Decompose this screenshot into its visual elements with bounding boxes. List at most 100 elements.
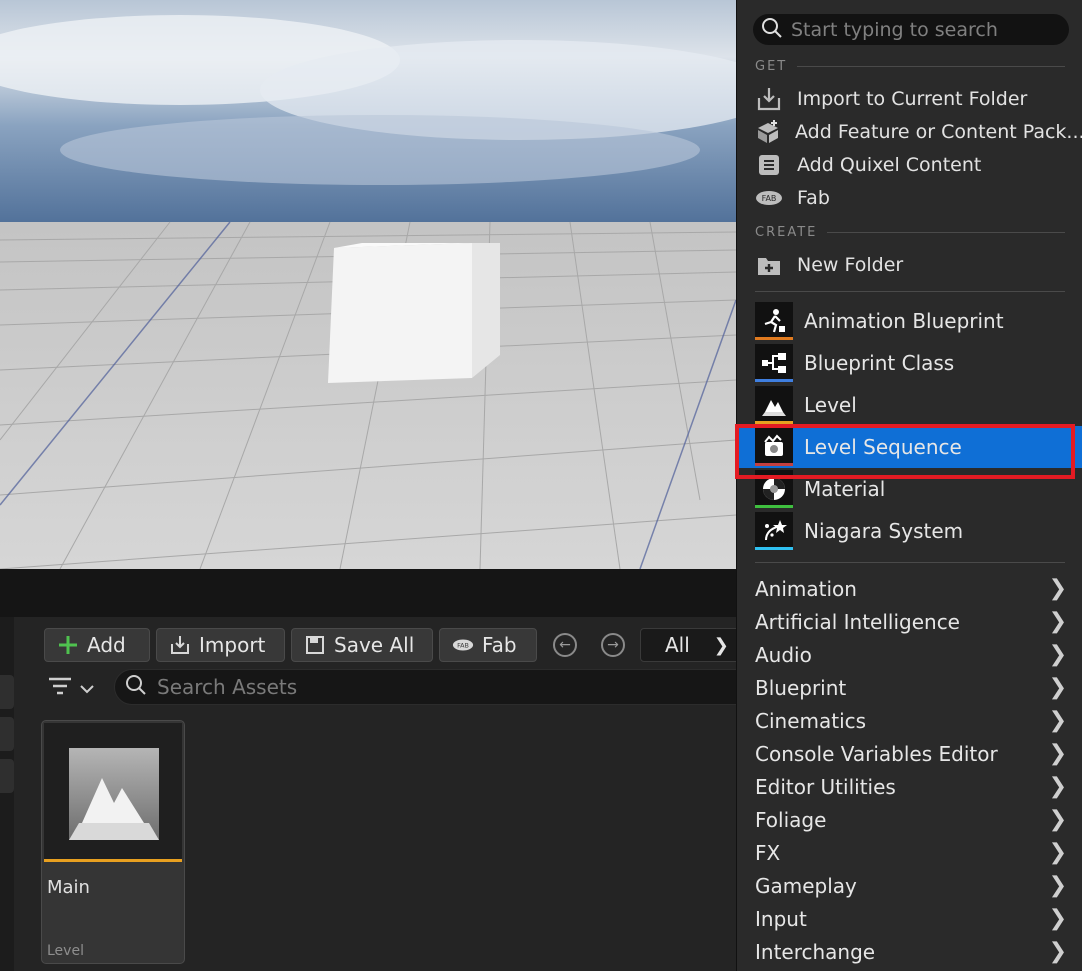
chevron-right-icon: ❯ [1048, 939, 1067, 964]
import-icon [755, 85, 783, 113]
material-icon [755, 470, 793, 508]
category-label: Input [755, 906, 807, 931]
sources-tab[interactable] [0, 675, 14, 709]
chevron-right-icon: ❯ [1048, 807, 1067, 832]
category-label: FX [755, 840, 781, 865]
menu-category-foliage[interactable]: Foliage ❯ [755, 803, 1071, 836]
sources-tab[interactable] [0, 717, 14, 751]
save-all-button[interactable]: Save All [291, 628, 433, 662]
chevron-right-icon: ❯ [1048, 576, 1067, 601]
menu-category-blueprint[interactable]: Blueprint ❯ [755, 671, 1071, 704]
chevron-right-icon: ❯ [1048, 708, 1067, 733]
asset-search-box[interactable] [114, 669, 754, 705]
path-breadcrumb[interactable]: All ❯ [640, 628, 750, 662]
menu-category-cinematics[interactable]: Cinematics ❯ [755, 704, 1071, 737]
menu-item-fab[interactable]: FAB Fab [755, 181, 1075, 214]
chevron-right-icon[interactable]: ❯ [714, 635, 729, 656]
menu-category-editor-utilities[interactable]: Editor Utilities ❯ [755, 770, 1071, 803]
fab-label: Fab [482, 633, 517, 657]
menu-item-label: Level Sequence [804, 435, 962, 459]
quixel-icon [755, 151, 783, 179]
fab-icon: FAB [755, 184, 783, 212]
animation-blueprint-icon [755, 302, 793, 340]
section-header-create-label: CREATE [755, 224, 818, 240]
level-sequence-icon [755, 428, 793, 466]
category-label: Blueprint [755, 675, 847, 700]
menu-item-label: Niagara System [804, 519, 964, 543]
asset-type-color-bar [755, 379, 793, 382]
back-arrow-icon[interactable]: ← [553, 633, 577, 657]
menu-item-label: Fab [797, 186, 830, 209]
import-label: Import [199, 633, 266, 657]
level-thumbnail-icon [69, 748, 159, 840]
menu-item-level-sequence[interactable]: Level Sequence [737, 426, 1082, 468]
sources-panel-strip [0, 617, 14, 971]
menu-item-blueprint-class[interactable]: Blueprint Class [755, 342, 1075, 384]
sources-tab[interactable] [0, 759, 14, 793]
category-label: Editor Utilities [755, 774, 896, 799]
category-label: Console Variables Editor [755, 741, 998, 766]
chevron-right-icon: ❯ [1048, 609, 1067, 634]
menu-separator [755, 291, 1065, 292]
menu-category-fx[interactable]: FX ❯ [755, 836, 1071, 869]
asset-type-color-bar [44, 859, 182, 862]
chevron-right-icon: ❯ [1048, 840, 1067, 865]
section-divider [797, 65, 1065, 67]
asset-search-input[interactable] [157, 675, 717, 699]
forward-arrow-icon[interactable]: → [601, 633, 625, 657]
menu-item-add-quixel-content[interactable]: Add Quixel Content [755, 148, 1075, 181]
viewport-footer [0, 569, 736, 617]
menu-search-box[interactable] [753, 14, 1069, 45]
menu-item-new-folder[interactable]: New Folder [755, 248, 1075, 281]
save-icon [304, 634, 326, 656]
import-button[interactable]: Import [156, 628, 285, 662]
category-label: Interchange [755, 939, 876, 964]
menu-category-interchange[interactable]: Interchange ❯ [755, 935, 1071, 968]
editor-window: Add Import Save All FAB Fab ← → All ❯ Se… [0, 0, 1082, 971]
asset-name: Main [47, 877, 90, 898]
asset-type-color-bar [755, 505, 793, 508]
menu-category-animation[interactable]: Animation ❯ [755, 572, 1071, 605]
add-button[interactable]: Add [44, 628, 150, 662]
category-label: Audio [755, 642, 812, 667]
menu-category-audio[interactable]: Audio ❯ [755, 638, 1071, 671]
menu-item-niagara-system[interactable]: Niagara System [755, 510, 1075, 552]
chevron-right-icon: ❯ [1048, 873, 1067, 898]
menu-category-gameplay[interactable]: Gameplay ❯ [755, 869, 1071, 902]
menu-separator [755, 562, 1065, 563]
menu-item-animation-blueprint[interactable]: Animation Blueprint [755, 300, 1075, 342]
section-divider [827, 231, 1065, 233]
asset-thumbnail [44, 723, 182, 859]
plus-icon [57, 634, 79, 656]
search-icon [125, 674, 147, 700]
level-viewport[interactable] [0, 0, 736, 569]
menu-item-import-to-current-folder[interactable]: Import to Current Folder [755, 82, 1075, 115]
import-icon [169, 634, 191, 656]
section-header-create: CREATE [755, 224, 1065, 240]
niagara-system-icon [755, 512, 793, 550]
menu-item-material[interactable]: Material [755, 468, 1075, 510]
menu-item-add-feature-or-content-pack[interactable]: Add Feature or Content Pack... [755, 115, 1082, 148]
menu-category-console-variables-editor[interactable]: Console Variables Editor ❯ [755, 737, 1071, 770]
asset-type-color-bar [755, 463, 793, 466]
add-label: Add [87, 633, 126, 657]
menu-category-input[interactable]: Input ❯ [755, 902, 1071, 935]
chevron-right-icon: ❯ [1048, 906, 1067, 931]
level-icon [755, 386, 793, 424]
menu-item-label: Material [804, 477, 886, 501]
filter-button[interactable] [48, 673, 100, 703]
new-folder-icon [755, 251, 783, 279]
menu-category-artificial-intelligence[interactable]: Artificial Intelligence ❯ [755, 605, 1071, 638]
fab-button[interactable]: FAB Fab [439, 628, 537, 662]
menu-search-input[interactable] [791, 18, 1061, 41]
menu-item-label: Add Quixel Content [797, 153, 982, 176]
category-label: Gameplay [755, 873, 857, 898]
asset-type-color-bar [755, 547, 793, 550]
chevron-right-icon: ❯ [1048, 675, 1067, 700]
asset-type: Level [47, 943, 84, 959]
menu-item-level[interactable]: Level [755, 384, 1075, 426]
category-label: Foliage [755, 807, 827, 832]
asset-tile[interactable]: Main Level [41, 720, 185, 964]
menu-item-label: Animation Blueprint [804, 309, 1004, 333]
section-header-get-label: GET [755, 58, 788, 74]
